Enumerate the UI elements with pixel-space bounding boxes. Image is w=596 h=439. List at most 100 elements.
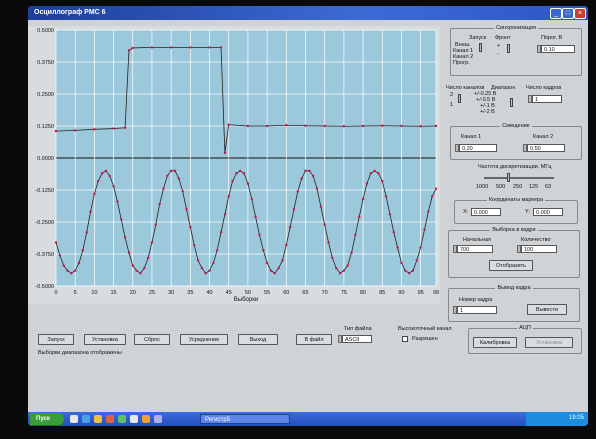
status-text: Выборки диапазона отображены <box>38 350 122 356</box>
sync-mode-slider[interactable] <box>479 43 482 52</box>
data-point <box>277 266 280 270</box>
install-button[interactable]: Установка <box>84 334 126 345</box>
data-point <box>227 195 230 198</box>
channel-count-slider[interactable] <box>458 94 461 103</box>
offset-ch1-label: Канал 1 <box>461 134 482 140</box>
data-point <box>112 184 115 188</box>
sync-title: Синхронизация <box>494 25 538 31</box>
data-point <box>212 261 215 265</box>
x-tick-label: 65 <box>302 290 308 296</box>
data-point <box>112 127 115 130</box>
maximize-icon[interactable]: □ <box>562 8 574 19</box>
frames-label: Число кадров <box>526 85 562 91</box>
adc-group: АЦП Калибровка Установка <box>468 325 582 354</box>
exit-button[interactable]: Выход <box>238 334 278 345</box>
data-point <box>143 266 146 270</box>
plot-svg: 0.5000 0.3750 0.2500 0.1250 0.0000 -0.1250 -0.… <box>35 28 439 303</box>
data-point <box>365 182 369 185</box>
marker-y-field[interactable]: 0.000 <box>533 208 563 216</box>
offset-ch1-field[interactable]: 0.20 <box>459 144 497 152</box>
folder-icon[interactable] <box>94 415 102 423</box>
adc-adjust-button[interactable]: Установка <box>525 337 573 348</box>
data-point <box>116 200 119 203</box>
data-point <box>415 259 419 262</box>
sync-front-slider[interactable] <box>507 44 510 53</box>
data-point <box>189 225 192 229</box>
range-2[interactable]: +/-2 В <box>480 109 495 115</box>
x-tick-label: 25 <box>149 290 155 296</box>
data-point <box>308 169 311 172</box>
app-icon[interactable] <box>118 415 126 423</box>
frame-output-title: Вывод кадра <box>495 285 533 291</box>
sampling-tick-63: 63 <box>545 184 552 190</box>
frame-number-field[interactable]: 1 <box>457 306 497 314</box>
sync-start-label: Запуск <box>469 35 487 41</box>
data-point <box>154 223 157 226</box>
media-icon[interactable] <box>106 415 114 423</box>
sampling-track[interactable] <box>484 177 554 179</box>
sampling-thumb[interactable] <box>507 173 510 182</box>
data-point <box>239 169 242 172</box>
data-point <box>246 124 250 128</box>
sync-front-minus[interactable]: - <box>497 51 499 57</box>
y-tick-label: 0.5000 <box>37 28 54 34</box>
y-tick-label: 0.0000 <box>37 156 54 162</box>
x-tick-label: 60 <box>283 290 289 296</box>
calibrate-button[interactable]: Калибровка <box>473 337 517 348</box>
data-point <box>342 269 346 272</box>
tool-icon[interactable] <box>130 415 138 423</box>
data-point <box>281 259 284 262</box>
channel-count-1[interactable]: 1 <box>450 102 453 108</box>
browser-icon[interactable] <box>82 415 90 423</box>
data-point <box>169 46 173 49</box>
taskbar-app-button[interactable]: Регистр5 <box>200 414 290 424</box>
data-point <box>123 126 127 129</box>
file-type-field[interactable]: ASCII <box>342 335 372 343</box>
close-icon[interactable]: × <box>574 8 586 19</box>
marker-x-field[interactable]: 0.000 <box>471 208 501 216</box>
data-point <box>404 269 407 272</box>
data-point <box>358 215 361 219</box>
sync-front-plus[interactable]: + <box>497 43 500 49</box>
data-point <box>196 259 200 262</box>
data-point <box>265 124 269 128</box>
data-point <box>120 218 123 221</box>
offset-ch2-field[interactable]: 0.50 <box>527 144 565 152</box>
data-point <box>235 172 238 175</box>
data-point <box>185 208 188 211</box>
sync-mode-prog[interactable]: Прогр. <box>453 60 470 66</box>
x-tick-label: 40 <box>206 290 212 296</box>
settings-icon[interactable] <box>154 415 162 423</box>
start-button[interactable]: Запуск <box>38 334 74 345</box>
data-point <box>434 187 438 190</box>
data-point <box>373 169 376 172</box>
data-point <box>411 269 415 272</box>
frame-number-label: Номер кадра <box>459 297 493 303</box>
data-point <box>285 124 288 127</box>
y-tick-label: -0.1250 <box>35 188 54 194</box>
x-tick-label: 15 <box>111 290 117 296</box>
sync-level-field[interactable]: 0.10 <box>541 45 575 53</box>
y-tick-label: -0.2500 <box>35 220 54 226</box>
average-button[interactable]: Усреднение <box>180 334 228 345</box>
data-point <box>342 125 346 128</box>
x-tick-label: 75 <box>341 290 347 296</box>
show-button[interactable]: Отобразить <box>489 260 533 271</box>
data-point <box>166 174 169 178</box>
channel-count-2[interactable]: 2 <box>450 92 453 98</box>
selection-count-field[interactable]: 100 <box>521 245 557 253</box>
explorer-icon[interactable] <box>142 415 150 423</box>
data-point <box>304 169 307 172</box>
selection-start-label: Начальная <box>463 237 491 243</box>
save-to-file-button[interactable]: В файл <box>296 334 332 345</box>
desktop-icon[interactable] <box>70 415 78 423</box>
frames-field[interactable]: 1 <box>532 95 562 103</box>
allow-checkbox[interactable] <box>402 336 408 342</box>
selection-start-field[interactable]: 700 <box>457 245 493 253</box>
start-menu-button[interactable]: Пуск <box>30 413 64 425</box>
minimize-icon[interactable]: _ <box>550 8 562 19</box>
reset-button[interactable]: Сброс <box>134 334 170 345</box>
range-slider[interactable] <box>510 98 513 107</box>
output-frame-button[interactable]: Вывести <box>527 304 567 315</box>
oscilloscope-plot[interactable]: 0.5000 0.3750 0.2500 0.1250 0.0000 -0.1250 -0.… <box>28 26 440 304</box>
